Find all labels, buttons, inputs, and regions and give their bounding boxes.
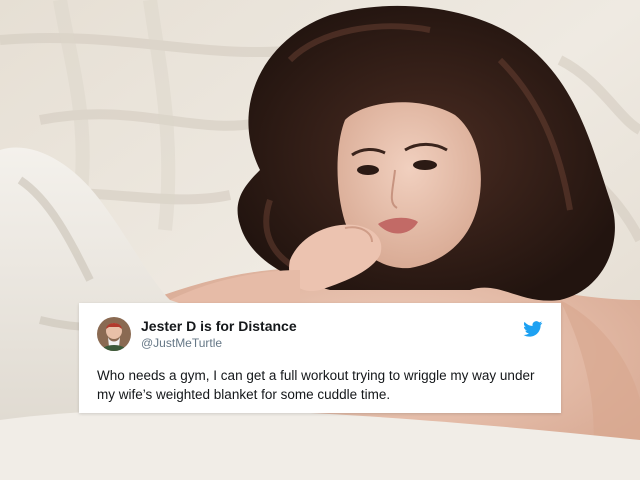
display-name[interactable]: Jester D is for Distance: [141, 318, 297, 335]
tweet-author: Jester D is for Distance @JustMeTurtle: [141, 318, 297, 351]
twitter-bird-icon: [523, 321, 543, 337]
avatar[interactable]: [97, 317, 131, 351]
tweet-text: Who needs a gym, I can get a full workou…: [97, 368, 535, 402]
user-handle[interactable]: @JustMeTurtle: [141, 336, 297, 351]
tweet-card: Jester D is for Distance @JustMeTurtle W…: [79, 303, 561, 413]
avatar-photo: [97, 317, 131, 351]
